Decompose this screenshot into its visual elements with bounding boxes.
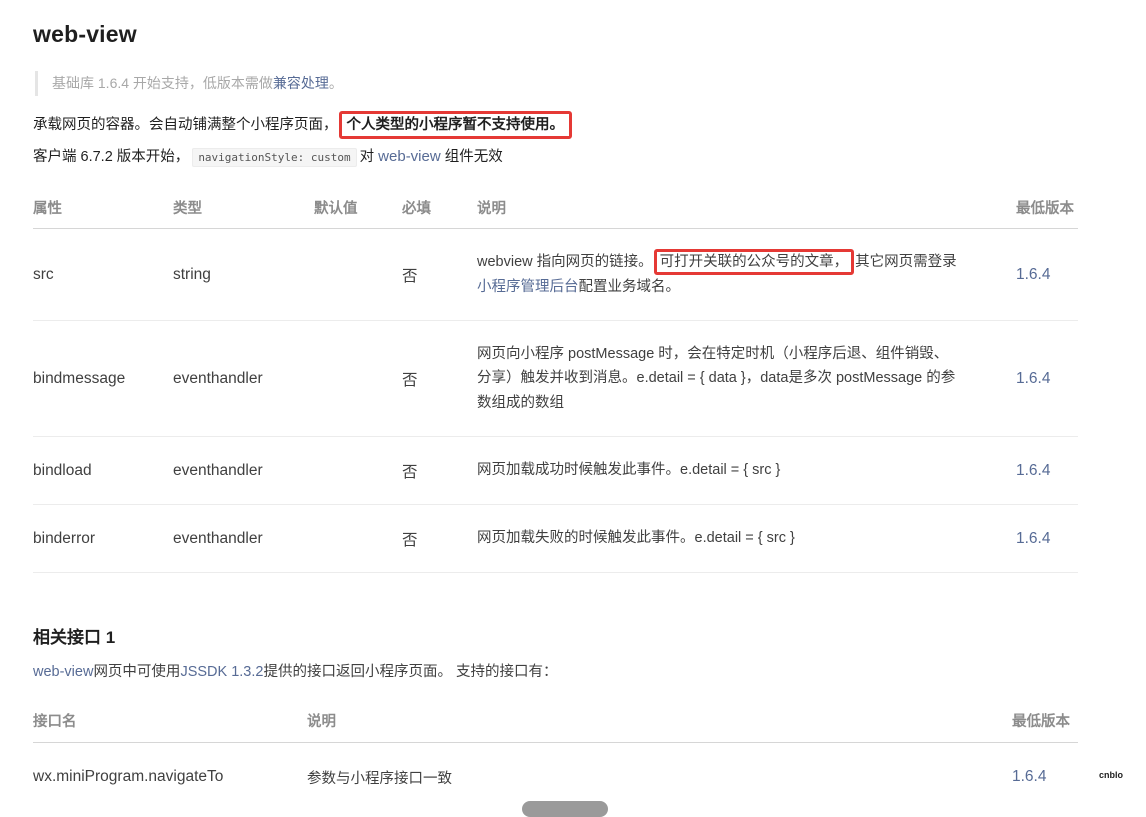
table-row: src string 否 webview 指向网页的链接。 可打开关联的公众号的文… — [33, 228, 1078, 321]
api-table: 接口名 说明 最低版本 wx.miniProgram.navigateTo 参数… — [33, 698, 1078, 811]
support-tip: 基础库 1.6.4 开始支持，低版本需做兼容处理。 — [35, 71, 343, 96]
prop-type: eventhandler — [173, 320, 314, 437]
prop-desc: 网页向小程序 postMessage 时，会在特定时机（小程序后退、组件销毁、分… — [477, 320, 1016, 437]
tip-end: 。 — [328, 75, 343, 91]
table-row: bindmessage eventhandler 否 网页向小程序 postMe… — [33, 320, 1078, 437]
intro-highlight: 个人类型的小程序暂不支持使用。 — [338, 111, 572, 139]
prop-required: 否 — [402, 320, 477, 437]
related-api-line: web-view网页中可使用JSSDK 1.3.2提供的接口返回小程序页面。 支… — [33, 660, 557, 681]
nav-note-prefix: 客户端 6.7.2 版本开始， — [33, 149, 190, 165]
prop-default — [314, 504, 402, 573]
prop-desc: 网页加载成功时候触发此事件。e.detail = { src } — [477, 436, 1016, 505]
tip-text: 基础库 1.6.4 开始支持，低版本需做 — [52, 75, 273, 91]
header-attr: 属性 — [33, 186, 173, 229]
table-header-row: 接口名 说明 最低版本 — [33, 698, 1078, 743]
scroll-indicator[interactable] — [522, 801, 608, 817]
props-table: 属性 类型 默认值 必填 说明 最低版本 src string 否 webvie… — [33, 186, 1078, 573]
cnblogs-logo: cnblo — [1099, 770, 1123, 780]
table-header-row: 属性 类型 默认值 必填 说明 最低版本 — [33, 186, 1078, 229]
prop-default — [314, 228, 402, 321]
prop-name: bindload — [33, 436, 173, 505]
table-row: binderror eventhandler 否 网页加载失败的时候触发此事件。… — [33, 504, 1078, 573]
related-api-title: 相关接口 1 — [33, 628, 116, 647]
prop-version: 1.6.4 — [1016, 436, 1078, 505]
page-title: web-view — [33, 21, 137, 47]
prop-default — [314, 320, 402, 437]
prop-version: 1.6.4 — [1016, 320, 1078, 437]
prop-name: src — [33, 228, 173, 321]
web-view-link[interactable]: web-view — [33, 664, 93, 680]
nav-style-code: navigationStyle: custom — [192, 148, 357, 167]
prop-type: string — [173, 228, 314, 321]
prop-desc: webview 指向网页的链接。 可打开关联的公众号的文章， 其它网页需登录小程序管… — [477, 228, 1016, 321]
prop-version: 1.6.4 — [1016, 504, 1078, 573]
api-desc: 参数与小程序接口一致 — [307, 770, 452, 787]
desc-text: webview 指向网页的链接。 — [477, 254, 653, 270]
prop-required: 否 — [402, 504, 477, 573]
prop-name: bindmessage — [33, 320, 173, 437]
desc-text: 配置业务域名。 — [578, 278, 681, 295]
intro-text: 承载网页的容器。会自动铺满整个小程序页面， — [33, 117, 338, 133]
nav-note-suffix: 组件无效 — [444, 149, 503, 165]
jssdk-link[interactable]: JSSDK 1.3.2 — [180, 664, 263, 680]
header-api-desc: 说明 — [307, 698, 1012, 743]
prop-type: eventhandler — [173, 436, 314, 505]
nav-note-middle: 对 — [359, 149, 375, 165]
header-api-version: 最低版本 — [1012, 698, 1078, 743]
desc-highlight: 可打开关联的公众号的文章， — [653, 249, 855, 275]
prop-type: eventhandler — [173, 504, 314, 573]
web-view-link[interactable]: web-view — [378, 148, 441, 165]
related-text: 提供的接口返回小程序页面。 支持的接口有： — [263, 664, 558, 680]
header-default: 默认值 — [314, 186, 402, 229]
table-row: bindload eventhandler 否 网页加载成功时候触发此事件。e.… — [33, 436, 1078, 505]
prop-name: binderror — [33, 504, 173, 573]
header-version: 最低版本 — [1016, 186, 1078, 229]
admin-console-link[interactable]: 小程序管理后台 — [477, 279, 579, 295]
header-required: 必填 — [402, 186, 477, 229]
prop-required: 否 — [402, 436, 477, 505]
intro-line: 承载网页的容器。会自动铺满整个小程序页面， 个人类型的小程序暂不支持使用。 — [33, 111, 572, 139]
prop-version: 1.6.4 — [1016, 228, 1078, 321]
api-version: 1.6.4 — [1012, 768, 1047, 785]
prop-desc: 网页加载失败的时候触发此事件。e.detail = { src } — [477, 504, 1016, 573]
compat-link[interactable]: 兼容处理 — [273, 75, 329, 91]
header-type: 类型 — [173, 186, 314, 229]
prop-default — [314, 436, 402, 505]
prop-required: 否 — [402, 228, 477, 321]
api-name: wx.miniProgram.navigateTo — [33, 768, 224, 785]
desc-text: 其它网页需登录 — [855, 254, 957, 270]
header-api-name: 接口名 — [33, 698, 307, 743]
header-desc: 说明 — [477, 186, 1016, 229]
nav-note-line: 客户端 6.7.2 版本开始， navigationStyle: custom 对 … — [33, 145, 503, 167]
related-text: 网页中可使用 — [93, 664, 181, 680]
